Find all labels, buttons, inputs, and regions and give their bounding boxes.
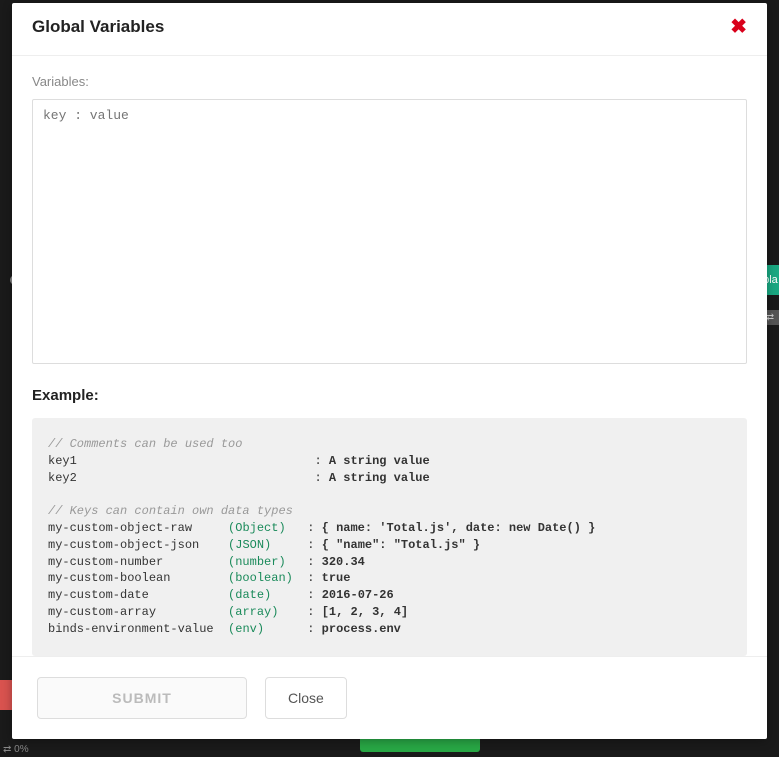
example-type: (number) [228, 555, 286, 569]
example-type: (date) [228, 588, 271, 602]
example-key: key2 [48, 471, 77, 485]
example-key: my-custom-number [48, 555, 163, 569]
close-button[interactable]: Close [265, 677, 347, 719]
example-value: A string value [329, 454, 430, 468]
modal-header: Global Variables ✖ [12, 3, 767, 56]
modal-footer: SUBMIT Close [12, 656, 767, 739]
submit-button[interactable]: SUBMIT [37, 677, 247, 719]
example-value: { name: 'Total.js', date: new Date() } [322, 521, 596, 535]
example-type: (env) [228, 622, 264, 636]
example-value: 2016-07-26 [322, 588, 394, 602]
example-value: { "name": "Total.js" } [322, 538, 480, 552]
example-value: true [322, 571, 351, 585]
example-key: my-custom-boolean [48, 571, 170, 585]
example-value: 320.34 [322, 555, 365, 569]
example-key: my-custom-object-json [48, 538, 199, 552]
example-comment: // Keys can contain own data types [48, 504, 293, 518]
example-type: (boolean) [228, 571, 293, 585]
example-key: my-custom-object-raw [48, 521, 192, 535]
bg-badge-red [0, 680, 12, 710]
example-key: key1 [48, 454, 77, 468]
example-heading: Example: [32, 387, 747, 404]
global-variables-modal: Global Variables ✖ Variables: Example: /… [12, 3, 767, 739]
status-text: ⇄ 0% [3, 744, 29, 755]
close-icon[interactable]: ✖ [730, 17, 747, 37]
variables-label: Variables: [32, 74, 747, 89]
example-type: (Object) [228, 521, 286, 535]
example-value: [1, 2, 3, 4] [322, 605, 408, 619]
example-key: my-custom-date [48, 588, 149, 602]
example-comment: // Comments can be used too [48, 437, 242, 451]
example-value: process.env [322, 622, 401, 636]
example-code-block: // Comments can be used too key1 : A str… [32, 418, 747, 656]
example-key: my-custom-array [48, 605, 156, 619]
modal-title: Global Variables [32, 17, 164, 37]
example-type: (array) [228, 605, 278, 619]
example-value: A string value [329, 471, 430, 485]
variables-input[interactable] [32, 99, 747, 364]
example-type: (JSON) [228, 538, 271, 552]
example-key: binds-environment-value [48, 622, 214, 636]
modal-body: Variables: Example: // Comments can be u… [12, 56, 767, 656]
